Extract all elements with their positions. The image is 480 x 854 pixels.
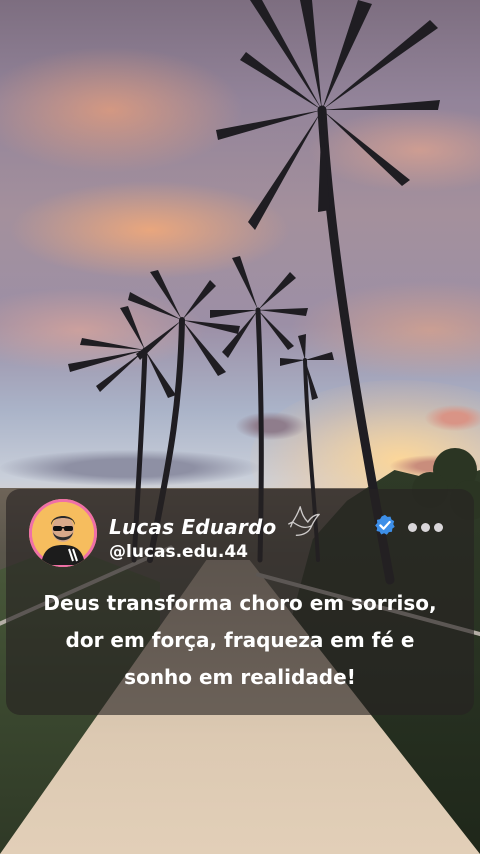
- background-photo: [0, 0, 480, 854]
- avatar[interactable]: [29, 499, 97, 567]
- more-options-icon[interactable]: [408, 517, 450, 532]
- person-avatar-icon: [32, 502, 94, 565]
- dot: [421, 523, 430, 532]
- dot: [408, 523, 417, 532]
- author-handle[interactable]: @lucas.edu.44: [109, 542, 248, 562]
- dove-icon: [288, 506, 320, 536]
- palm-trees: [68, 0, 480, 585]
- dot: [434, 523, 443, 532]
- post-message: Deus transforma choro em sorriso, dor em…: [43, 591, 437, 689]
- author-name[interactable]: Lucas Eduardo: [109, 515, 276, 539]
- verified-badge-icon: [375, 514, 395, 535]
